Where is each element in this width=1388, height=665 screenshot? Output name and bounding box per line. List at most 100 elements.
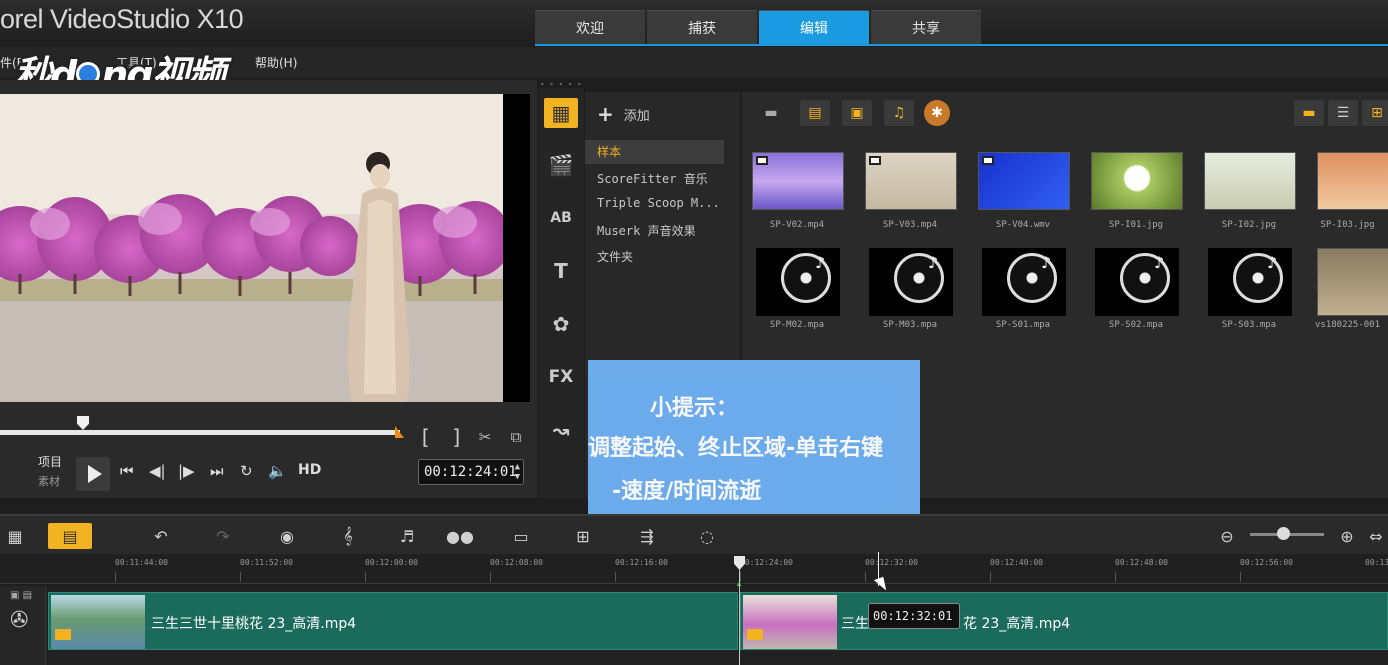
graphic-icon[interactable]: ✿ <box>544 309 578 339</box>
tab-edit[interactable]: 编辑 <box>759 10 869 44</box>
storyboard-view-icon[interactable]: ▦ <box>0 524 30 548</box>
show-photos-icon[interactable]: ▣ <box>842 100 872 126</box>
redo-icon[interactable]: ↷ <box>208 524 238 548</box>
ruler-label: 00:13 <box>1365 558 1388 567</box>
previous-frame-icon[interactable]: ◀| <box>149 462 166 480</box>
zoom-slider-knob[interactable] <box>1277 527 1290 540</box>
thumb-item[interactable]: ♪ SP-S02.mpa <box>1081 244 1191 342</box>
zoom-out-icon[interactable]: ⊖ <box>1212 524 1242 548</box>
split-clip-icon[interactable]: ✂ <box>474 426 496 448</box>
clip-label-end: 花 23_高清.mp4 <box>963 616 1071 632</box>
fit-project-icon[interactable]: ⇔ <box>1364 524 1388 548</box>
video-badge-icon <box>982 156 994 165</box>
title-icon[interactable]: T <box>544 256 578 286</box>
repeat-icon[interactable]: ↻ <box>240 462 253 480</box>
filter-icon[interactable]: FX <box>544 362 578 392</box>
thumb-item[interactable]: SP-I01.jpg <box>1081 144 1191 242</box>
end-icon[interactable]: ⏭ <box>210 462 224 480</box>
timeline-view-icon[interactable]: ▤ <box>48 523 92 549</box>
menu-help[interactable]: 帮助(H) <box>255 54 297 71</box>
next-frame-icon[interactable]: |▶ <box>178 462 195 480</box>
view-list-large-icon[interactable]: ▬ <box>1294 100 1324 126</box>
browse-icon[interactable]: ✱ <box>924 100 950 126</box>
tip-title: 小提示： <box>650 396 739 421</box>
ruler-label: 00:12:00:00 <box>365 558 418 567</box>
thumb-item[interactable]: ♪ SP-M02.mpa <box>742 244 852 342</box>
audio-badge-icon <box>747 629 763 640</box>
add-folder-button[interactable]: + 添加 <box>597 102 650 126</box>
media-icon[interactable]: ▦ <box>544 98 578 128</box>
mark-in-button[interactable]: [ <box>419 425 431 449</box>
track-controls-icon[interactable]: ▣ ▤ <box>10 590 32 601</box>
path-icon[interactable]: ↝ <box>544 415 578 445</box>
panel-grip[interactable]: • • • • • • • • <box>540 80 590 98</box>
tab-welcome[interactable]: 欢迎 <box>535 10 645 44</box>
mark-out-button[interactable]: ] <box>451 425 463 449</box>
view-list-icon[interactable]: ☰ <box>1328 100 1358 126</box>
nav-item-triple-scoop[interactable]: Triple Scoop M... <box>597 196 720 210</box>
record-icon[interactable]: ◉ <box>272 524 302 548</box>
nav-item-scorefitter[interactable]: ScoreFitter 音乐 <box>597 170 708 187</box>
instant-project-icon[interactable]: 🎬 <box>544 150 578 180</box>
mode-clip-label[interactable]: 素材 <box>38 473 60 489</box>
ruler-tick <box>865 572 866 582</box>
timeline-ruler[interactable]: 00:11:44:00 00:11:52:00 00:12:00:00 00:1… <box>0 554 1388 584</box>
volume-icon[interactable]: 🔈 <box>268 462 287 480</box>
scrubber-handle[interactable] <box>77 416 89 430</box>
nav-item-folder[interactable]: 文件夹 <box>597 248 633 265</box>
thumb-image <box>1204 152 1296 210</box>
thumb-item[interactable]: SP-I02.jpg <box>1194 144 1304 242</box>
thumb-item[interactable]: SP-V04.wmv <box>968 144 1078 242</box>
ruler-label: 00:12:56:00 <box>1240 558 1293 567</box>
thumb-item[interactable]: ♪ SP-M03.mpa <box>855 244 965 342</box>
mode-project-label[interactable]: 项目 <box>38 453 62 470</box>
subtitle-icon[interactable]: ▭ <box>506 524 536 548</box>
video-track-icon[interactable]: ✇ <box>10 608 28 633</box>
play-icon <box>87 465 102 483</box>
multi-camera-icon[interactable]: ⊞ <box>568 524 598 548</box>
motion-tracking-icon[interactable]: ●● <box>445 524 475 548</box>
auto-music-icon[interactable]: ♬ <box>392 524 422 548</box>
thumb-item[interactable]: SP-I03.jpg <box>1307 144 1388 242</box>
hd-toggle[interactable]: HD <box>298 462 321 478</box>
enlarge-preview-icon[interactable]: ⧉ <box>505 426 527 448</box>
thumb-item[interactable]: vs180225-001 <box>1307 244 1388 342</box>
thumb-label: SP-S01.mpa <box>995 320 1051 330</box>
show-audio-icon[interactable]: ♫ <box>884 100 914 126</box>
tab-share[interactable]: 共享 <box>871 10 981 44</box>
thumb-image: ♪ <box>982 248 1066 316</box>
thumb-image: ♪ <box>756 248 840 316</box>
time-remap-icon[interactable]: ⇶ <box>632 524 662 548</box>
thumb-item[interactable]: ♪ SP-S03.mpa <box>1194 244 1304 342</box>
thumb-item[interactable]: ♪ SP-S01.mpa <box>968 244 1078 342</box>
audio-badge-icon <box>55 629 71 640</box>
undo-icon[interactable]: ↶ <box>146 524 176 548</box>
thumb-label: SP-M03.mpa <box>882 320 938 330</box>
ruler-tick <box>490 572 491 582</box>
view-thumbnail-icon[interactable]: ⊞ <box>1362 100 1388 126</box>
time-tooltip: 00:12:32:01 <box>868 603 960 629</box>
play-button[interactable] <box>76 457 110 491</box>
thumb-image: ♪ <box>1095 248 1179 316</box>
timeline-clip[interactable]: 三生 花 23_高清.mp4 <box>740 592 1388 650</box>
timecode-spinner-icon[interactable]: ▲ ▼ <box>515 462 520 482</box>
timeline-clip[interactable]: 三生三世十里桃花 23_高清.mp4 <box>48 592 738 650</box>
scrubber-bar[interactable] <box>0 430 400 435</box>
sound-mixer-icon[interactable]: 𝄞 <box>333 524 363 548</box>
mask-icon[interactable]: ◌ <box>692 524 722 548</box>
thumb-label: SP-S02.mpa <box>1108 320 1164 330</box>
video-frame-image <box>0 94 503 402</box>
tip-overlay: 小提示： 调整起始、终止区域-单击右键 -速度/时间流逝 <box>588 360 920 526</box>
nav-item-muserk[interactable]: Muserk 声音效果 <box>597 222 696 239</box>
trim-end-marker[interactable] <box>395 426 404 438</box>
tab-capture[interactable]: 捕获 <box>647 10 757 44</box>
open-folder-icon[interactable]: ▬ <box>756 100 786 126</box>
show-videos-icon[interactable]: ▤ <box>800 100 830 126</box>
home-icon[interactable]: ⏮ <box>120 462 134 480</box>
thumb-item[interactable]: SP-V02.mp4 <box>742 144 852 242</box>
zoom-in-icon[interactable]: ⊕ <box>1332 524 1362 548</box>
thumb-item[interactable]: SP-V03.mp4 <box>855 144 965 242</box>
transition-icon[interactable]: AB <box>544 203 578 233</box>
timecode-field[interactable]: 00:12:24:01 ▲ ▼ <box>418 459 524 485</box>
nav-item-samples[interactable]: 样本 <box>585 140 724 164</box>
